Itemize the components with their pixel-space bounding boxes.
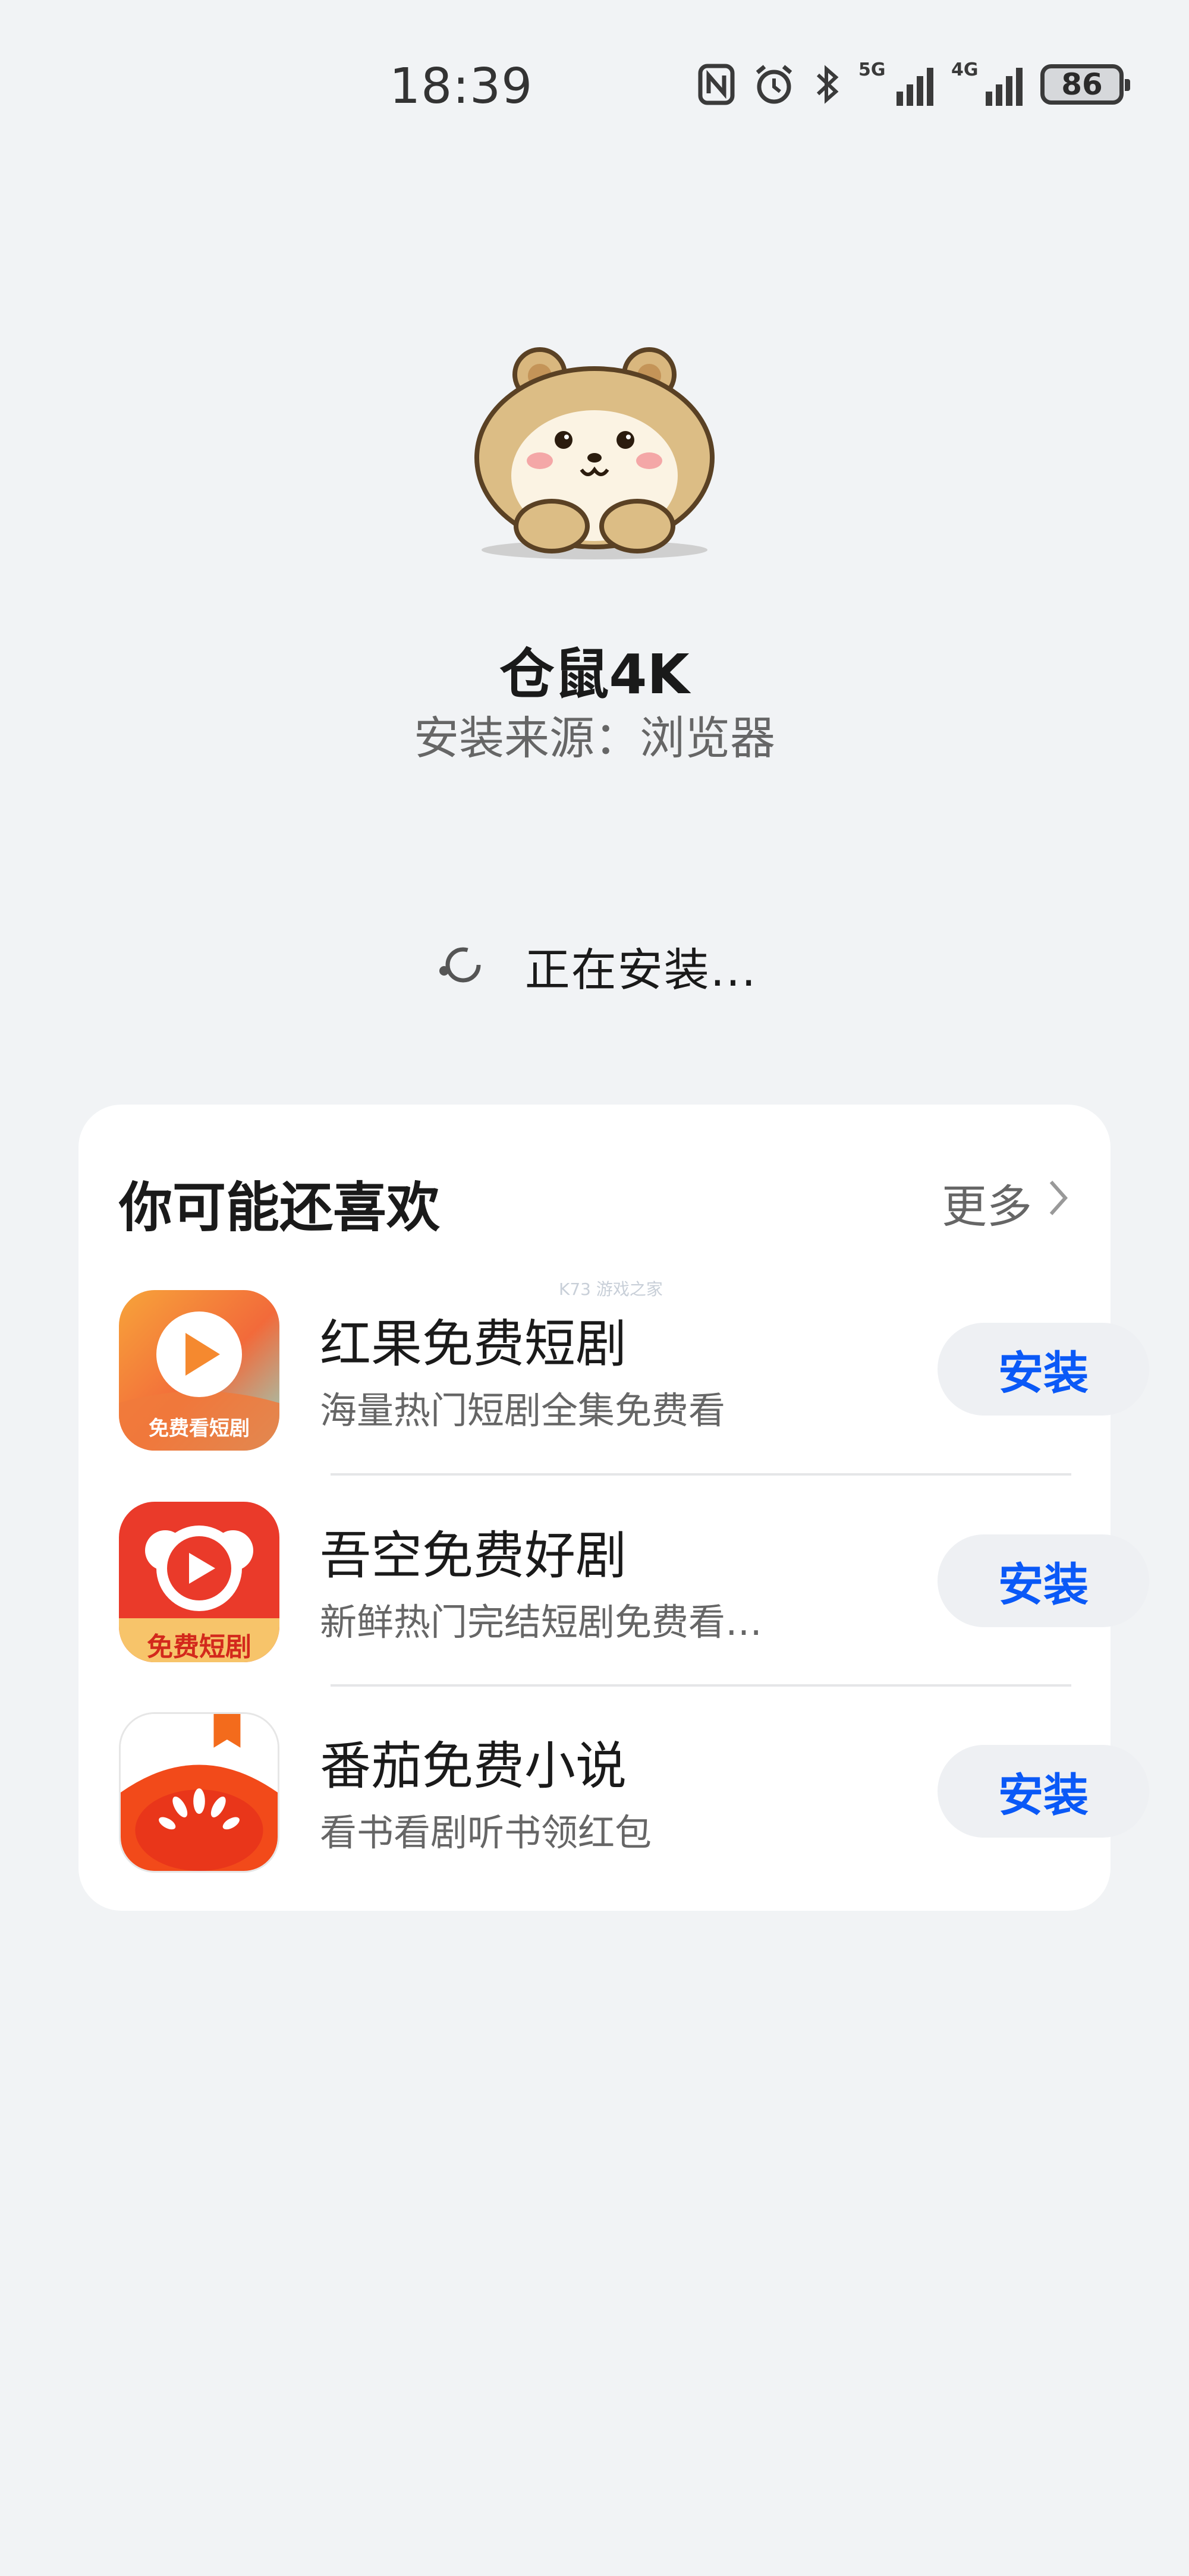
app-description: 看书看剧听书领红包: [320, 1811, 652, 1854]
status-time: 18:39: [389, 58, 533, 115]
recommendations-title: 你可能还喜欢: [119, 1177, 440, 1239]
install-status-text: 正在安装...: [524, 943, 757, 996]
bluetooth-icon: [813, 63, 841, 106]
more-link[interactable]: 更多: [942, 1170, 1070, 1235]
icon-label: 免费短剧: [147, 1632, 251, 1662]
network-4g-label: 4G: [951, 59, 979, 80]
divider: [331, 1473, 1071, 1476]
icon-label: 免费看短剧: [149, 1417, 250, 1440]
hongguo-play-icon: 免费看短剧: [119, 1290, 279, 1451]
wukong-monkey-icon: 免费短剧: [119, 1502, 279, 1662]
install-button[interactable]: 安装: [938, 1534, 1149, 1627]
app-name: 红果免费短剧: [320, 1314, 627, 1374]
install-status: 正在安装...: [0, 933, 1189, 999]
list-item[interactable]: 番茄免费小说 看书看剧听书领红包 安装: [119, 1694, 1149, 1873]
list-item[interactable]: 免费看短剧 红果免费短剧 海量热门短剧全集免费看 安装: [119, 1272, 1149, 1451]
divider: [331, 1684, 1071, 1687]
app-name: 吾空免费好剧: [320, 1526, 627, 1586]
loading-spinner-icon: [432, 941, 489, 991]
more-label: 更多: [942, 1180, 1032, 1233]
nfc-icon: [698, 64, 735, 105]
list-item[interactable]: 免费短剧 吾空免费好剧 新鲜热门完结短剧免费看… 安装: [119, 1484, 1149, 1662]
signal-5g-icon: 5G: [858, 59, 933, 106]
signal-4g-icon: 4G: [951, 59, 1023, 106]
install-button[interactable]: 安装: [938, 1323, 1149, 1416]
app-description: 海量热门短剧全集免费看: [320, 1389, 726, 1432]
install-button[interactable]: 安装: [938, 1745, 1149, 1838]
battery-level: 86: [1061, 67, 1103, 102]
network-5g-label: 5G: [858, 59, 886, 80]
fanqie-tomato-icon: [119, 1712, 279, 1873]
app-description: 新鲜热门完结短剧免费看…: [320, 1600, 763, 1644]
app-name: 仓鼠4K: [499, 643, 690, 706]
install-source: 安装来源：浏览器: [414, 712, 775, 765]
chevron-right-icon: [1046, 1177, 1070, 1229]
hamster-icon: [468, 339, 721, 577]
status-icons: 5G 4G 86: [698, 59, 1130, 108]
app-name: 番茄免费小说: [320, 1737, 627, 1796]
alarm-icon: [753, 63, 795, 106]
battery-icon: 86: [1040, 64, 1130, 105]
